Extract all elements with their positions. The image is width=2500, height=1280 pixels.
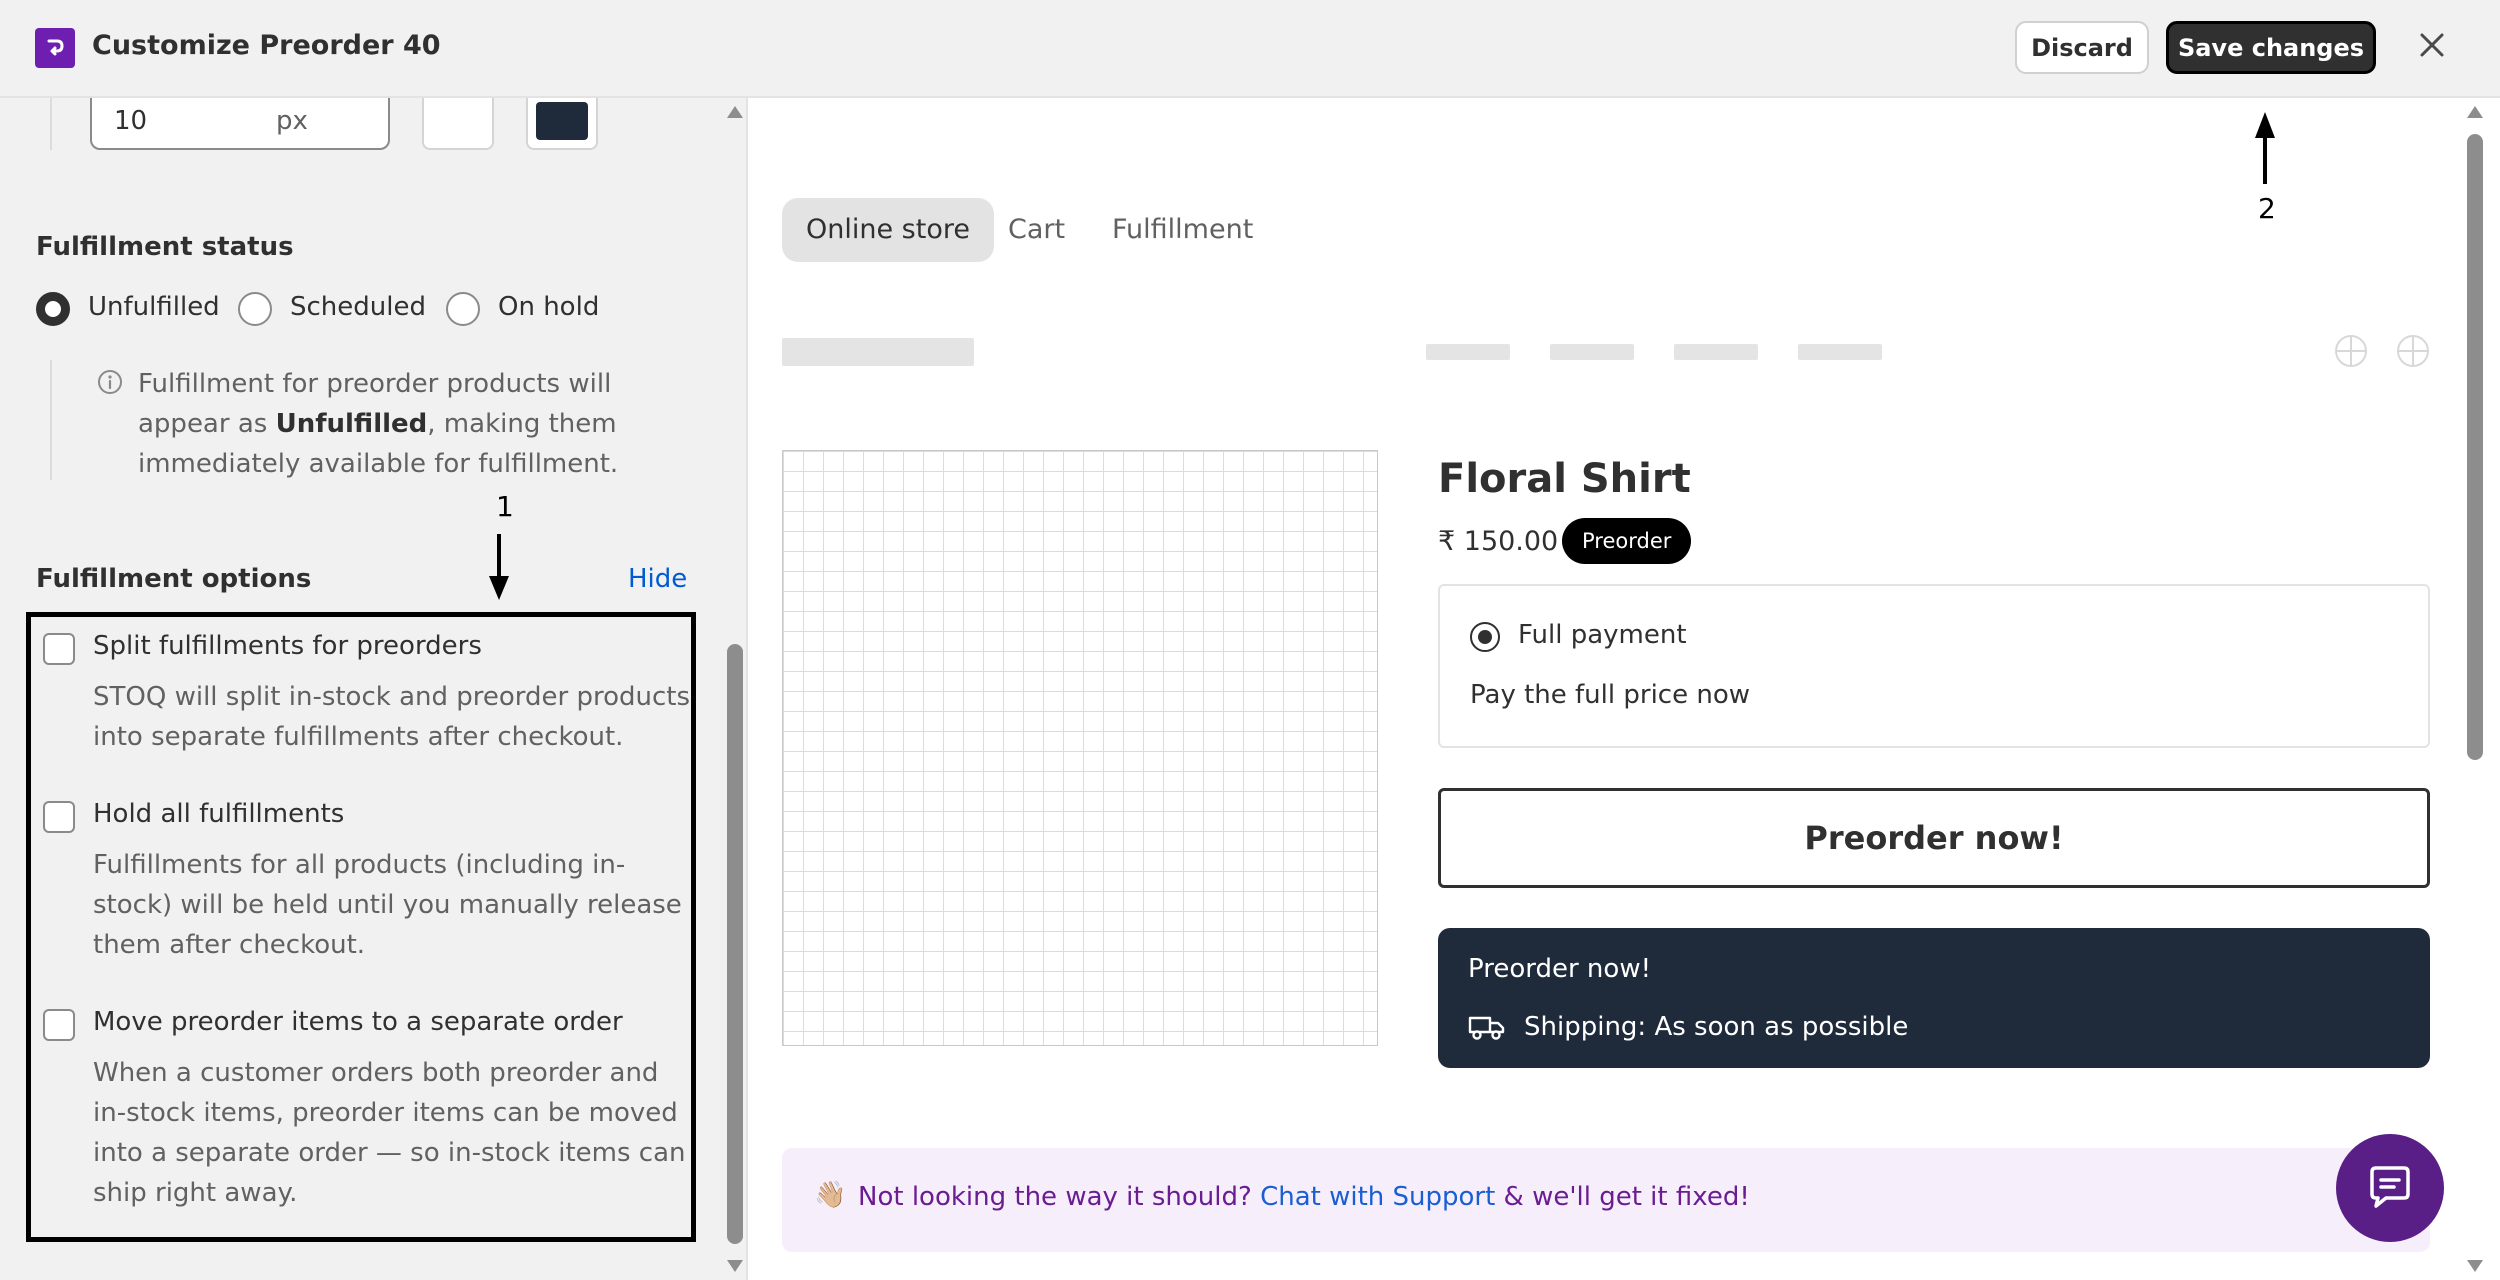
split-fulfillments-title: Split fulfillments for preorders [93,631,482,661]
chat-icon [2370,1166,2410,1208]
radio-unfulfilled-label: Unfulfilled [88,292,220,322]
color-swatch-dark-fill [536,102,588,140]
skeleton-nav-item [1798,344,1882,360]
full-payment-desc: Pay the full price now [1470,680,1750,710]
indent-line [50,98,52,150]
globe-icon [2335,335,2367,367]
hold-fulfillments-title: Hold all fulfillments [93,799,345,829]
size-input[interactable]: 10 px [90,98,390,150]
skeleton-nav-item [1674,344,1758,360]
indent-line [50,360,52,480]
settings-panel: 10 px Fulfillment status Unfulfilled Sch… [0,98,748,1280]
annotation-arrow-down-icon [489,534,509,600]
skeleton-nav-item [1550,344,1634,360]
left-scrollbar[interactable] [724,98,746,1280]
annotation-arrow-up-icon [2255,112,2275,184]
product-image-placeholder [782,450,1378,1046]
shipping-text: Shipping: As soon as possible [1524,1012,1909,1042]
product-price: ₹ 150.00 [1438,526,1559,557]
radio-unfulfilled-control[interactable] [36,292,70,326]
scroll-up-arrow-icon[interactable] [2467,106,2483,118]
full-payment-radio-dot [1478,630,1492,644]
chat-with-support-link[interactable]: Chat with Support [1260,1182,1495,1212]
preorder-info-card: Preorder now! Shipping: As soon as possi… [1438,928,2430,1068]
product-title: Floral Shirt [1438,456,1691,502]
fulfillment-status-info: Fulfillment for preorder products will a… [138,364,698,484]
separate-order-title: Move preorder items to a separate order [93,1007,623,1037]
info-text-bold: Unfulfilled [275,409,428,439]
app-logo-icon [35,28,75,68]
scroll-up-arrow-icon[interactable] [727,106,743,118]
split-fulfillments-checkbox[interactable] [43,633,75,665]
tab-cart[interactable]: Cart [984,198,1089,262]
annotation-label-1: 1 [496,490,514,523]
save-changes-button[interactable]: Save changes [2166,21,2376,74]
scroll-down-arrow-icon[interactable] [727,1260,743,1272]
support-text-prefix: Not looking the way it should? [858,1182,1261,1212]
preorder-now-button[interactable]: Preorder now! [1438,788,2430,888]
size-input-unit: px [276,106,308,136]
truck-icon [1468,1016,1505,1040]
radio-on-hold-label: On hold [498,292,600,322]
full-payment-radio[interactable] [1470,622,1500,652]
info-icon [96,368,124,396]
radio-on-hold-control[interactable] [446,292,480,326]
hide-link[interactable]: Hide [628,564,687,594]
modal-title: Customize Preorder 40 [92,30,441,61]
modal-header: Customize Preorder 40 Discard Save chang… [0,0,2500,98]
fulfillment-status-title: Fulfillment status [36,232,294,262]
left-scrollbar-thumb[interactable] [727,644,743,1244]
tab-online-store[interactable]: Online store [782,198,994,262]
preorder-badge: Preorder [1562,518,1692,564]
preorder-card-title: Preorder now! [1468,954,1652,984]
size-input-value: 10 [114,106,148,136]
hold-fulfillments-checkbox[interactable] [43,801,75,833]
chat-widget-button[interactable] [2336,1134,2444,1242]
preview-scrollbar[interactable] [2464,98,2486,1280]
globe-icon [2397,335,2429,367]
separate-order-checkbox[interactable] [43,1009,75,1041]
support-text: Not looking the way it should? Chat with… [858,1182,1750,1212]
hold-fulfillments-desc: Fulfillments for all products (including… [93,850,682,960]
waving-hand-icon: 👋🏼 [814,1180,847,1210]
annotation-label-2: 2 [2258,192,2276,225]
skeleton-nav-item [1426,344,1510,360]
radio-scheduled-label: Scheduled [290,292,426,322]
split-fulfillments-desc: STOQ will split in-stock and preorder pr… [93,682,691,752]
support-banner: 👋🏼 Not looking the way it should? Chat w… [782,1148,2430,1252]
fulfillment-options-title: Fulfillment options [36,564,312,594]
tab-fulfillment[interactable]: Fulfillment [1088,198,1277,262]
separate-order-desc: When a customer orders both preorder and… [93,1058,686,1208]
skeleton-logo [782,338,974,366]
close-icon[interactable] [2417,30,2447,60]
color-swatch-white[interactable] [422,98,494,150]
support-text-suffix: & we'll get it fixed! [1495,1182,1750,1212]
payment-option-card[interactable]: Full payment Pay the full price now [1438,584,2430,748]
fulfillment-options-highlight: Split fulfillments for preorders STOQ wi… [26,612,696,1242]
discard-button[interactable]: Discard [2015,21,2149,74]
preview-scrollbar-thumb[interactable] [2467,134,2483,760]
scroll-down-arrow-icon[interactable] [2467,1260,2483,1272]
full-payment-label: Full payment [1518,620,1687,650]
radio-scheduled-control[interactable] [238,292,272,326]
color-swatch-dark[interactable] [526,98,598,150]
